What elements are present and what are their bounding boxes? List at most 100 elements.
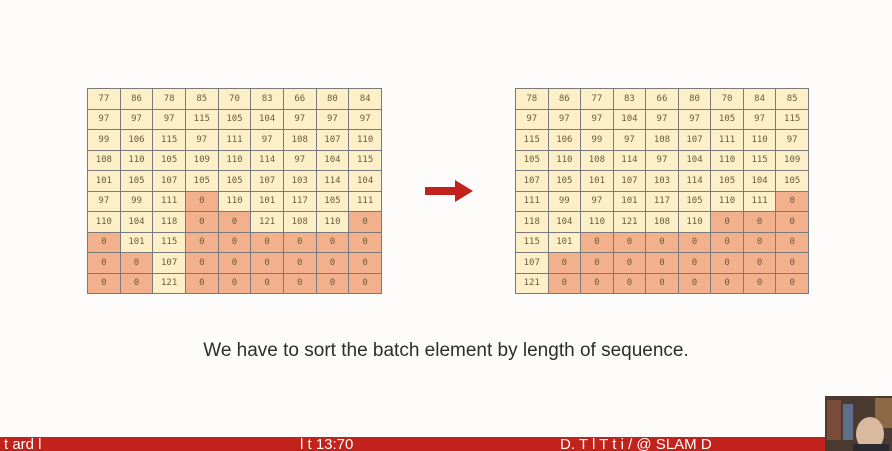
padding-cell: 0 [250,231,284,253]
token-cell: 114 [250,149,284,171]
token-cell: 109 [184,149,219,171]
token-cell: 108 [282,211,317,233]
footer-mid-text: l t 13:70 [300,437,354,451]
token-cell: 110 [87,211,121,233]
token-cell: 97 [580,108,614,130]
padding-cell: 0 [315,231,350,253]
token-cell: 78 [152,88,186,110]
token-cell: 110 [348,129,382,151]
token-cell: 110 [710,149,744,171]
token-cell: 114 [315,170,350,192]
token-cell: 105 [152,149,186,171]
token-cell: 105 [547,170,582,192]
token-cell: 97 [152,108,186,130]
padding-cell: 0 [775,252,809,274]
padding-cell: 0 [742,211,777,233]
token-cell: 70 [710,88,744,110]
padding-cell: 0 [775,272,809,294]
token-cell: 105 [119,170,154,192]
token-cell: 109 [775,149,809,171]
padding-cell: 0 [87,272,121,294]
footer-right-text: D. T l T t i / @ SLAM D [560,437,712,451]
token-cell: 110 [119,149,154,171]
token-cell: 97 [315,108,350,130]
token-cell: 114 [612,149,647,171]
token-cell: 97 [775,129,809,151]
padding-cell: 0 [217,252,252,274]
token-cell: 104 [612,108,647,130]
token-cell: 115 [348,149,382,171]
padding-cell: 0 [282,272,317,294]
padding-cell: 0 [710,272,744,294]
padding-cell: 0 [348,272,382,294]
token-cell: 115 [152,129,186,151]
padding-cell: 0 [677,231,712,253]
grid-row: 99 106 115 97 111 97 108 107 110 [87,129,382,151]
token-cell: 107 [152,170,186,192]
padding-cell: 0 [348,231,382,253]
padding-cell: 0 [775,190,809,212]
token-cell: 80 [677,88,712,110]
token-cell: 104 [742,170,777,192]
token-cell: 111 [515,190,549,212]
padding-cell: 0 [580,272,614,294]
token-cell: 105 [775,170,809,192]
token-cell: 107 [612,170,647,192]
padding-cell: 0 [315,252,350,274]
slide: 77 86 78 85 70 83 66 80 84 97 97 97 115 105 104 97 97 97 9… [0,0,892,451]
padding-cell: 0 [645,231,679,253]
grid-row: 115 101 0 0 0 0 0 0 0 [515,231,809,253]
token-cell: 117 [645,190,679,212]
token-cell: 104 [677,149,712,171]
padding-cell: 0 [742,272,777,294]
grid-row: 77 86 78 85 70 83 66 80 84 [87,88,382,110]
token-cell: 115 [515,231,549,253]
padding-cell: 0 [775,231,809,253]
token-cell: 97 [184,129,219,151]
padding-cell: 0 [710,252,744,274]
token-cell: 110 [742,129,777,151]
grid-row: 121 0 0 0 0 0 0 0 0 [515,272,809,294]
token-cell: 86 [119,88,154,110]
right-arrow-icon [425,180,473,202]
grid-row: 0 101 115 0 0 0 0 0 0 [87,231,382,253]
token-cell: 97 [87,190,121,212]
token-cell: 104 [119,211,154,233]
token-cell: 110 [580,211,614,233]
grid-row: 110 104 118 0 0 121 108 110 0 [87,211,382,233]
grid-row: 0 0 121 0 0 0 0 0 0 [87,272,382,294]
token-cell: 104 [315,149,350,171]
token-cell: 115 [775,108,809,130]
token-cell: 97 [282,149,317,171]
token-cell: 66 [645,88,679,110]
token-cell: 97 [612,129,647,151]
token-cell: 105 [217,108,252,130]
token-cell: 110 [710,190,744,212]
token-cell: 115 [742,149,777,171]
token-cell: 110 [315,211,350,233]
padding-cell: 0 [87,252,121,274]
padding-cell: 0 [348,252,382,274]
grid-row: 115 106 99 97 108 107 111 110 97 [515,129,809,151]
token-cell: 110 [547,149,582,171]
padding-cell: 0 [612,272,647,294]
token-cell: 111 [710,129,744,151]
token-cell: 111 [217,129,252,151]
token-cell: 108 [580,149,614,171]
padding-cell: 0 [282,252,317,274]
token-cell: 101 [612,190,647,212]
padding-cell: 0 [250,272,284,294]
token-cell: 97 [250,129,284,151]
padding-cell: 0 [217,231,252,253]
token-cell: 111 [348,190,382,212]
token-cell: 97 [282,108,317,130]
token-cell: 110 [217,190,252,212]
token-cell: 99 [87,129,121,151]
token-cell: 115 [184,108,219,130]
token-cell: 110 [677,211,712,233]
token-cell: 97 [645,149,679,171]
token-cell: 97 [547,108,582,130]
token-cell: 105 [710,108,744,130]
token-cell: 111 [742,190,777,212]
padding-cell: 0 [645,252,679,274]
